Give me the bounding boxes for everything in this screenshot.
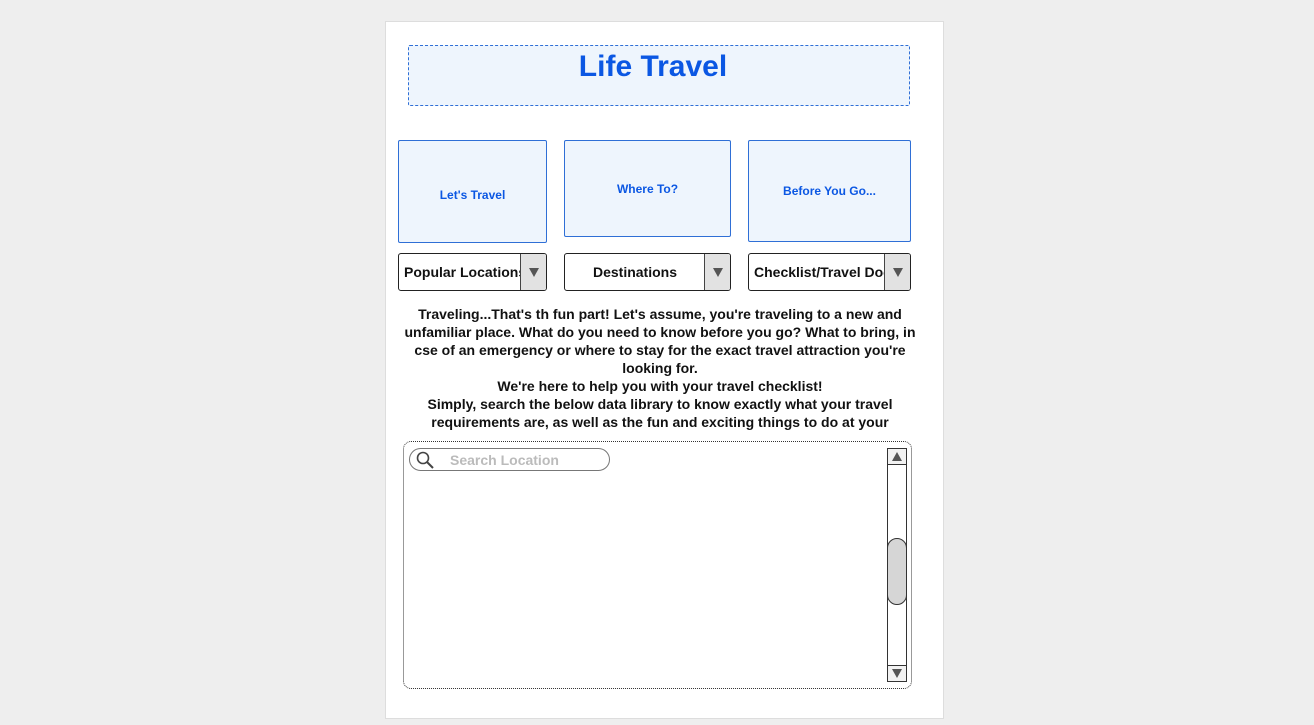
- checklist-select[interactable]: Checklist/Travel Documents: [748, 253, 911, 291]
- before-you-go-button[interactable]: Before You Go...: [748, 140, 911, 242]
- search-icon: [416, 451, 434, 469]
- chevron-down-icon: [712, 267, 723, 277]
- scroll-up-button[interactable]: [888, 449, 906, 465]
- intro-paragraph: We're here to help you with your travel …: [497, 378, 823, 394]
- chevron-down-icon: [528, 267, 539, 277]
- intro-paragraph: Traveling...That's th fun part! Let's as…: [404, 306, 916, 376]
- dropdown-arrow[interactable]: [884, 254, 910, 290]
- destinations-value: Destinations: [592, 264, 677, 280]
- header-banner: Life Travel: [408, 45, 910, 106]
- scroll-thumb[interactable]: [887, 538, 907, 605]
- dropdown-arrow[interactable]: [520, 254, 546, 290]
- search-input[interactable]: [450, 451, 600, 468]
- lets-travel-button[interactable]: Let's Travel: [398, 140, 547, 243]
- intro-text: Traveling...That's th fun part! Let's as…: [404, 305, 916, 433]
- data-library-panel: [403, 441, 912, 689]
- dropdown-arrow[interactable]: [704, 254, 730, 290]
- popular-locations-value: Popular Locations: [404, 264, 521, 280]
- main-card: Life Travel Let's Travel Where To? Befor…: [385, 21, 944, 719]
- arrow-up-icon: [892, 452, 902, 461]
- chevron-down-icon: [892, 267, 903, 277]
- popular-locations-select[interactable]: Popular Locations: [398, 253, 547, 291]
- intro-paragraph: Simply, search the below data library to…: [427, 396, 893, 430]
- checklist-value: Checklist/Travel Documents: [754, 264, 885, 280]
- page-title: Life Travel: [578, 50, 728, 83]
- search-box[interactable]: [409, 448, 610, 471]
- vertical-scrollbar[interactable]: [887, 448, 907, 682]
- arrow-down-icon: [892, 669, 902, 678]
- destinations-select[interactable]: Destinations: [564, 253, 731, 291]
- where-to-button[interactable]: Where To?: [564, 140, 731, 237]
- scroll-down-button[interactable]: [888, 665, 906, 681]
